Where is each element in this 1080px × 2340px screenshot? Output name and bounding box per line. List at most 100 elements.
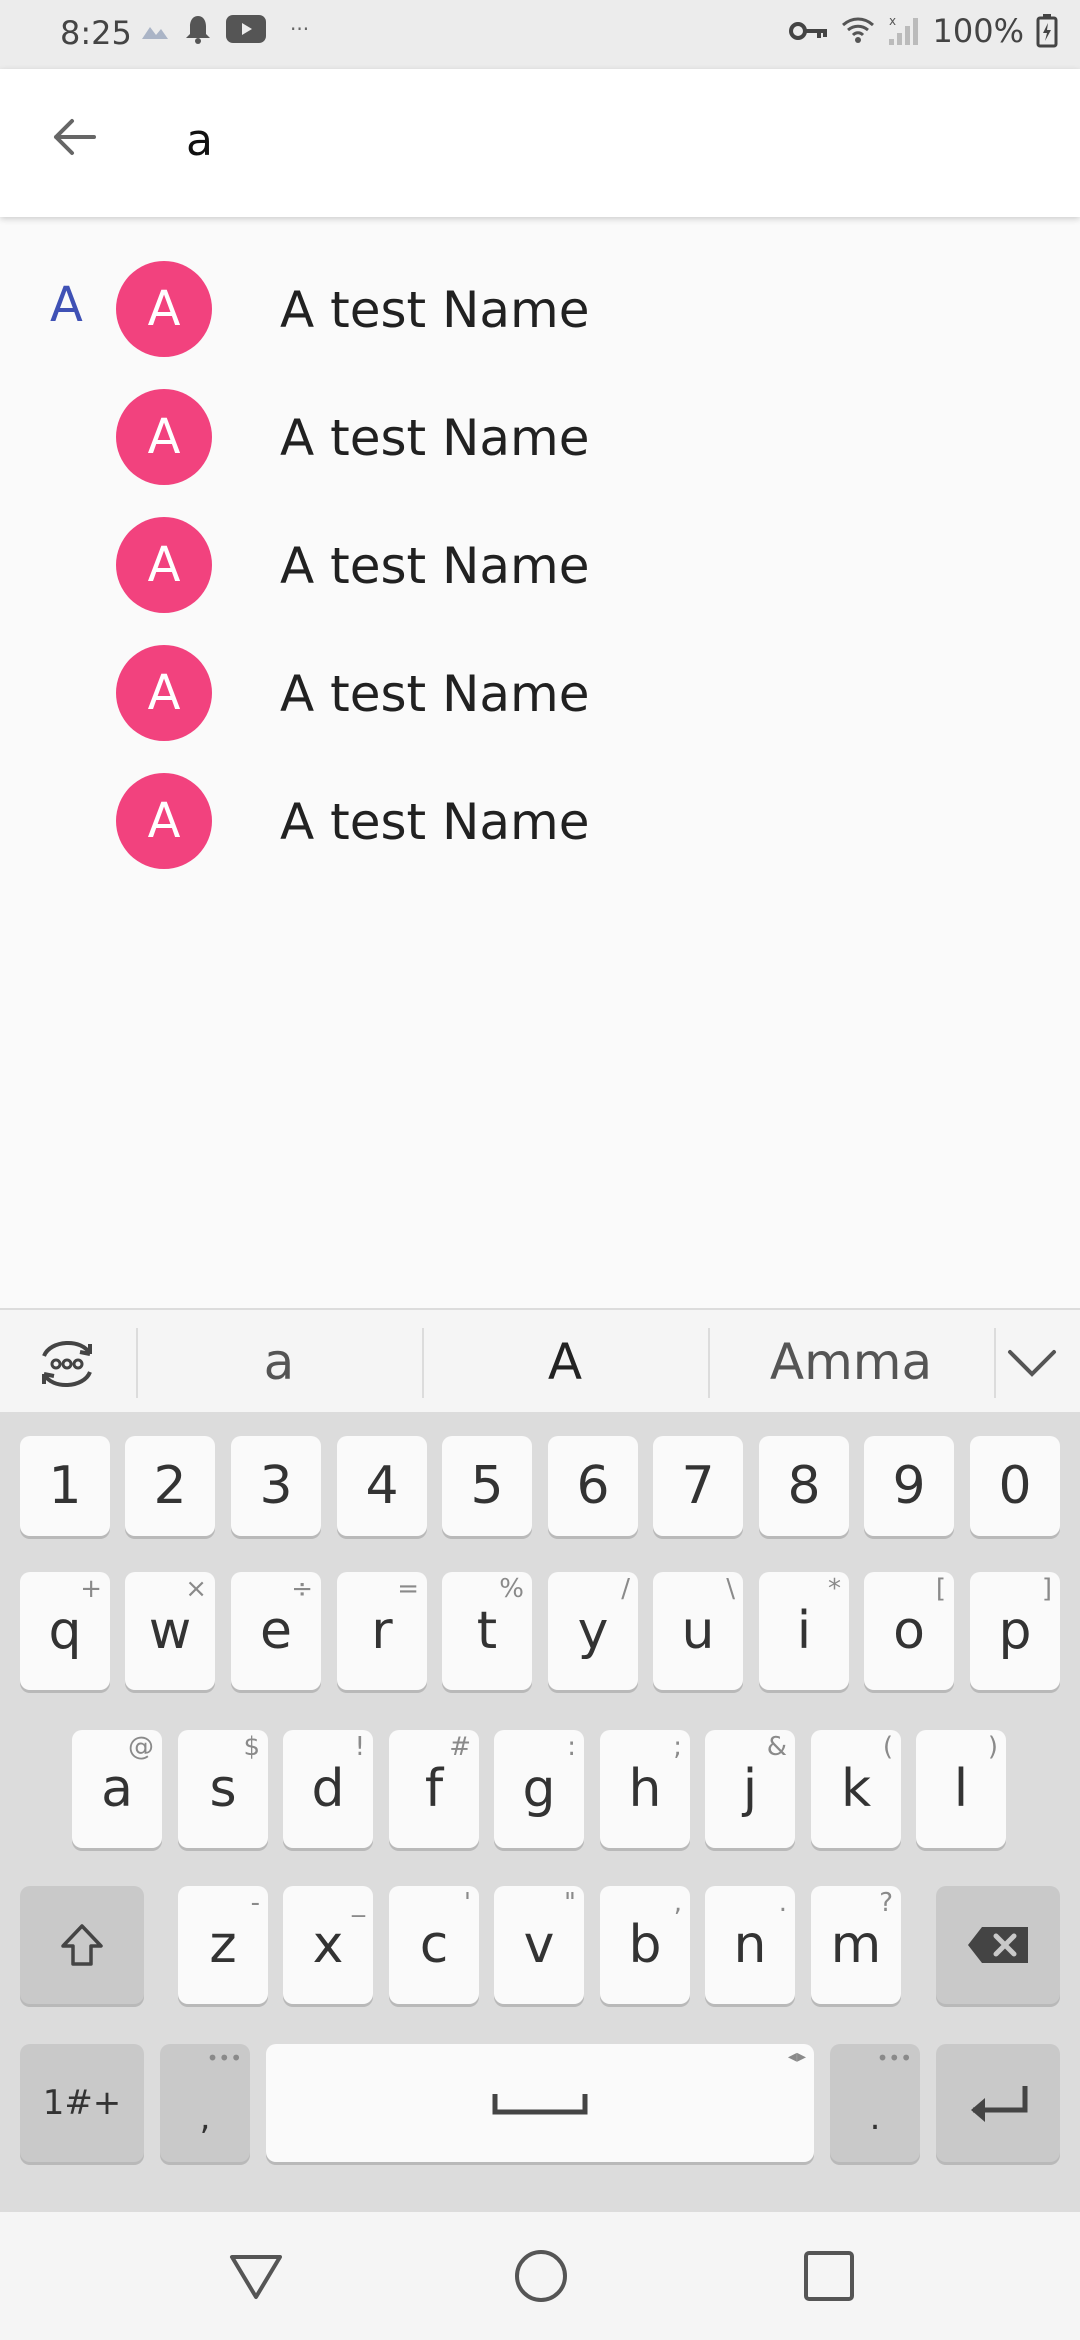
backspace-key[interactable] bbox=[936, 1886, 1060, 2004]
key-hint: $ bbox=[243, 1732, 260, 1762]
contact-name: A test Name bbox=[280, 537, 590, 595]
keyboard: 1 2 3 4 5 6 7 8 9 0 q + w × e ÷ r = t% y / u \… bbox=[0, 1412, 1080, 2212]
key-m[interactable]: m? bbox=[811, 1886, 901, 2004]
suggestion-bar: a A Amma bbox=[0, 1308, 1080, 1412]
battery-charging-icon bbox=[1036, 14, 1058, 48]
key-e[interactable]: e ÷ bbox=[231, 1572, 321, 1690]
key-hint: " bbox=[564, 1888, 576, 1918]
key-hint: + bbox=[80, 1574, 102, 1604]
key-j[interactable]: j & bbox=[705, 1730, 795, 1848]
key-label: r bbox=[371, 1601, 393, 1661]
key-x[interactable]: x _ bbox=[283, 1886, 373, 2004]
chevron-down-icon[interactable] bbox=[1002, 1334, 1062, 1390]
key-label: j bbox=[742, 1759, 758, 1819]
key-o[interactable]: o[ bbox=[864, 1572, 954, 1690]
key-g[interactable]: g: bbox=[494, 1730, 584, 1848]
key-hint: = bbox=[397, 1574, 419, 1604]
key-a[interactable]: a @ bbox=[72, 1730, 162, 1848]
key-v[interactable]: v " bbox=[494, 1886, 584, 2004]
key-p[interactable]: p] bbox=[970, 1572, 1060, 1690]
key-label: p bbox=[998, 1601, 1032, 1661]
contact-row[interactable]: A A test Name bbox=[0, 629, 1080, 757]
nav-recents-button[interactable] bbox=[789, 2236, 869, 2316]
contact-row[interactable]: A A test Name bbox=[0, 373, 1080, 501]
key-hint: , bbox=[673, 1888, 682, 1918]
contact-name: A test Name bbox=[280, 409, 590, 467]
navigation-bar bbox=[0, 2212, 1080, 2340]
key-label: z bbox=[209, 1915, 237, 1975]
key-5[interactable]: 5 bbox=[442, 1436, 532, 1536]
avatar-initial: A bbox=[147, 793, 181, 849]
key-k[interactable]: k( bbox=[811, 1730, 901, 1848]
key-q[interactable]: q + bbox=[20, 1572, 110, 1690]
key-8[interactable]: 8 bbox=[759, 1436, 849, 1536]
key-7[interactable]: 7 bbox=[653, 1436, 743, 1536]
key-i[interactable]: i * bbox=[759, 1572, 849, 1690]
key-6[interactable]: 6 bbox=[548, 1436, 638, 1536]
avatar-initial: A bbox=[147, 665, 181, 721]
key-4[interactable]: 4 bbox=[337, 1436, 427, 1536]
key-0[interactable]: 0 bbox=[970, 1436, 1060, 1536]
key-label: y bbox=[577, 1601, 609, 1661]
youtube-icon bbox=[226, 15, 266, 43]
key-label: s bbox=[209, 1759, 237, 1819]
key-hint: @ bbox=[128, 1732, 154, 1762]
key-hint: # bbox=[449, 1732, 471, 1762]
period-key[interactable]: . ••• bbox=[830, 2044, 920, 2162]
contact-row[interactable]: A A test Name bbox=[0, 501, 1080, 629]
avatar-initial: A bbox=[147, 281, 181, 337]
key-u[interactable]: u \ bbox=[653, 1572, 743, 1690]
key-h[interactable]: h; bbox=[600, 1730, 690, 1848]
key-d[interactable]: d! bbox=[283, 1730, 373, 1848]
back-button[interactable] bbox=[40, 103, 108, 171]
contact-row[interactable]: A A A test Name bbox=[0, 245, 1080, 373]
key-hint: \ bbox=[726, 1574, 735, 1604]
key-hint: [ bbox=[935, 1574, 946, 1604]
key-hint: ' bbox=[463, 1888, 471, 1918]
key-z[interactable]: z- bbox=[178, 1886, 268, 2004]
keyboard-settings-icon[interactable] bbox=[34, 1334, 100, 1394]
key-c[interactable]: c ' bbox=[389, 1886, 479, 2004]
search-input[interactable] bbox=[186, 105, 1006, 175]
key-label: k bbox=[840, 1759, 872, 1819]
key-w[interactable]: w × bbox=[125, 1572, 215, 1690]
key-y[interactable]: y / bbox=[548, 1572, 638, 1690]
key-f[interactable]: f # bbox=[389, 1730, 479, 1848]
recents-square-icon bbox=[804, 2251, 854, 2301]
key-hint: - bbox=[250, 1888, 260, 1918]
symbols-key[interactable]: 1#+ bbox=[20, 2044, 144, 2162]
more-hint: ••• bbox=[206, 2046, 242, 2070]
image-icon bbox=[142, 27, 168, 39]
key-1[interactable]: 1 bbox=[20, 1436, 110, 1536]
key-hint: & bbox=[766, 1732, 787, 1762]
key-hint: ) bbox=[987, 1732, 998, 1762]
key-9[interactable]: 9 bbox=[864, 1436, 954, 1536]
comma-key[interactable]: , ••• bbox=[160, 2044, 250, 2162]
key-t[interactable]: t% bbox=[442, 1572, 532, 1690]
key-hint: _ bbox=[352, 1888, 365, 1918]
enter-key[interactable] bbox=[936, 2044, 1060, 2162]
key-r[interactable]: r = bbox=[337, 1572, 427, 1690]
nav-home-button[interactable] bbox=[501, 2236, 581, 2316]
key-l[interactable]: l) bbox=[916, 1730, 1006, 1848]
suggestion-2[interactable]: A bbox=[422, 1310, 708, 1414]
shift-key[interactable] bbox=[20, 1886, 144, 2004]
key-label: f bbox=[424, 1759, 444, 1819]
suggestion-3[interactable]: Amma bbox=[708, 1310, 994, 1414]
key-b[interactable]: b, bbox=[600, 1886, 690, 2004]
back-arrow-icon bbox=[54, 119, 96, 155]
key-2[interactable]: 2 bbox=[125, 1436, 215, 1536]
key-s[interactable]: s $ bbox=[178, 1730, 268, 1848]
vpn-key-icon bbox=[788, 22, 827, 40]
key-3[interactable]: 3 bbox=[231, 1436, 321, 1536]
suggestion-1[interactable]: a bbox=[136, 1310, 422, 1414]
key-label: g bbox=[522, 1759, 556, 1819]
contact-row[interactable]: A A test Name bbox=[0, 757, 1080, 885]
key-label: c bbox=[419, 1915, 449, 1975]
avatar: A bbox=[116, 261, 212, 357]
nav-back-button[interactable] bbox=[216, 2236, 296, 2316]
space-key[interactable]: ◂▸ bbox=[266, 2044, 814, 2162]
key-hint: . bbox=[778, 1888, 787, 1918]
key-n[interactable]: n. bbox=[705, 1886, 795, 2004]
avatar-initial: A bbox=[147, 409, 181, 465]
